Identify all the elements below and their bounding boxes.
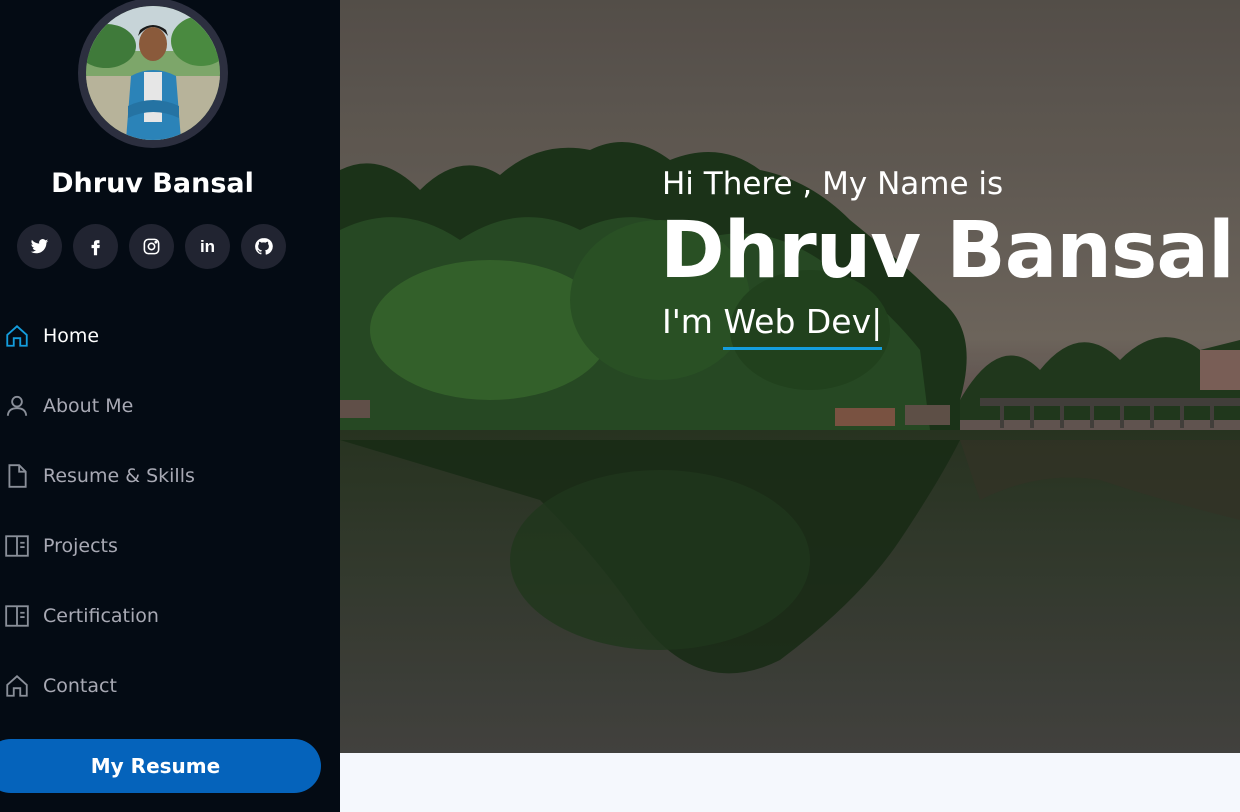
nav-item-resume[interactable]: Resume & Skills bbox=[4, 454, 195, 498]
typed-role: Web Dev| bbox=[723, 302, 883, 350]
twitter-link[interactable] bbox=[17, 224, 62, 269]
instagram-icon bbox=[143, 238, 160, 255]
nav-label: Home bbox=[43, 325, 100, 347]
book-icon bbox=[4, 603, 30, 629]
github-icon bbox=[255, 238, 273, 255]
nav-label: Contact bbox=[43, 675, 117, 697]
sidebar: Dhruv Bansal in Home About Me Resume & S… bbox=[0, 0, 340, 812]
github-link[interactable] bbox=[241, 224, 286, 269]
home-icon bbox=[4, 673, 30, 699]
nav-label: Resume & Skills bbox=[43, 465, 195, 487]
hero-background-image bbox=[340, 0, 1240, 753]
avatar bbox=[78, 0, 228, 148]
main-nav: Home About Me Resume & Skills Projects C… bbox=[4, 314, 195, 708]
hero-section: Hi There , My Name is Dhruv Bansal I'm W… bbox=[340, 0, 1240, 753]
content-area bbox=[340, 753, 1240, 812]
nav-item-projects[interactable]: Projects bbox=[4, 524, 195, 568]
nav-item-certification[interactable]: Certification bbox=[4, 594, 195, 638]
file-icon bbox=[4, 463, 30, 489]
linkedin-link[interactable]: in bbox=[185, 224, 230, 269]
book-icon bbox=[4, 533, 30, 559]
hero-name: Dhruv Bansal bbox=[660, 206, 1235, 296]
social-links: in bbox=[17, 224, 286, 269]
linkedin-icon: in bbox=[199, 236, 216, 256]
nav-label: Projects bbox=[43, 535, 118, 557]
my-resume-button[interactable]: My Resume bbox=[0, 739, 321, 793]
nav-label: Certification bbox=[43, 605, 159, 627]
nav-item-contact[interactable]: Contact bbox=[4, 664, 195, 708]
facebook-link[interactable] bbox=[73, 224, 118, 269]
profile-name: Dhruv Bansal bbox=[51, 168, 254, 199]
home-icon bbox=[4, 323, 30, 349]
person-icon bbox=[4, 393, 30, 419]
hero-greeting: Hi There , My Name is bbox=[662, 166, 1004, 202]
typing-cursor: | bbox=[871, 302, 883, 341]
instagram-link[interactable] bbox=[129, 224, 174, 269]
avatar-image bbox=[86, 6, 220, 140]
role-prefix: I'm bbox=[662, 302, 724, 341]
nav-item-home[interactable]: Home bbox=[4, 314, 195, 358]
twitter-icon bbox=[30, 239, 49, 254]
hero-role: I'm Web Dev| bbox=[662, 302, 883, 350]
nav-item-about[interactable]: About Me bbox=[4, 384, 195, 428]
facebook-icon bbox=[91, 240, 100, 256]
typed-role-text: Web Dev bbox=[723, 302, 872, 341]
nav-label: About Me bbox=[43, 395, 134, 417]
